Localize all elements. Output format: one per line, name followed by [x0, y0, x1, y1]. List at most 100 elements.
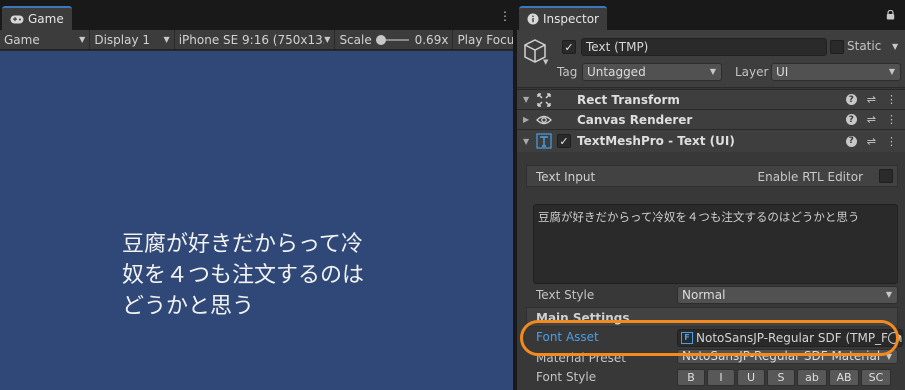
tmp-enabled-checkbox[interactable]: ✓: [557, 134, 571, 148]
game-menu-icon[interactable]: ⋮: [499, 10, 511, 22]
scale-slider[interactable]: [375, 34, 409, 45]
font-style-label: Font Style: [536, 370, 597, 384]
static-label: Static: [847, 39, 882, 53]
tab-inspector[interactable]: Inspector: [519, 6, 607, 30]
eye-icon: [536, 115, 552, 124]
component-title: Rect Transform: [577, 92, 680, 107]
game-view-text: 豆腐が好きだからって冷 奴を４つも注文するのは どうかと思う: [122, 229, 412, 322]
scale-label: Scale: [339, 32, 372, 47]
gamepad-icon: [10, 15, 24, 23]
component-tools: ? ⇌ ⋮: [845, 113, 897, 126]
active-checkbox[interactable]: ✓: [562, 40, 576, 54]
chevron-down-icon[interactable]: ▼: [543, 58, 548, 66]
rtl-editor-checkbox[interactable]: [879, 169, 893, 183]
info-icon: [527, 13, 539, 25]
scale-control: Scale 0.69x: [335, 30, 454, 49]
fold-arrow-icon[interactable]: ▼: [523, 95, 529, 104]
game-toolbar: Game ▼ Display 1 ▼ iPhone SE 9:16 (750x1…: [0, 30, 513, 50]
component-textmeshpro[interactable]: ▼ ✓ TextMeshPro - Text (UI) ? ⇌ ⋮: [517, 129, 905, 152]
component-menu-icon[interactable]: ⋮: [886, 93, 897, 106]
tab-game-label: Game: [28, 12, 64, 26]
font-asset-label: Font Asset: [536, 330, 599, 344]
material-preset-value: NotoSansJP-Regular SDF Material: [682, 349, 881, 363]
fold-arrow-icon[interactable]: ▶: [523, 115, 529, 124]
chevron-down-icon: ▼: [163, 35, 170, 44]
chevron-down-icon: ▼: [79, 35, 86, 44]
style-italic-button[interactable]: I: [707, 369, 735, 386]
section-title: Main Settings: [536, 311, 630, 325]
help-icon[interactable]: ?: [845, 114, 857, 125]
game-tabbar: Game ⋮: [0, 0, 513, 30]
text-style-label: Text Style: [536, 288, 595, 302]
tab-game[interactable]: Game: [2, 6, 72, 30]
object-header: ▼ ✓ Text (TMP) Static ▼ Tag Untagged ▼ L…: [517, 30, 905, 88]
chevron-down-icon: ▼: [885, 290, 892, 299]
game-text-line: どうかと思う: [122, 294, 255, 319]
text-input-section: Text Input Enable RTL Editor: [526, 165, 898, 187]
fold-arrow-icon[interactable]: ▼: [523, 137, 529, 146]
game-text-line: 豆腐が好きだからって冷: [122, 232, 363, 257]
component-canvas-renderer[interactable]: ▶ Canvas Renderer ? ⇌ ⋮: [517, 109, 905, 129]
style-uppercase-button[interactable]: AB: [829, 369, 859, 386]
component-tools: ? ⇌ ⋮: [845, 93, 897, 106]
text-input-area[interactable]: 豆腐が好きだからって冷奴を４つも注文するのはどうかと思う: [533, 204, 898, 284]
resolution-dropdown[interactable]: iPhone SE 9:16 (750x1334) ▼: [175, 30, 336, 49]
tag-label: Tag: [557, 65, 578, 79]
layer-dropdown[interactable]: UI ▼: [771, 63, 901, 81]
display-dropdown[interactable]: Display 1 ▼: [90, 30, 175, 49]
tag-dropdown[interactable]: Untagged ▼: [582, 63, 722, 81]
display-value: Display 1: [94, 32, 151, 47]
font-asset-field[interactable]: F NotoSansJP-Regular SDF (TMP_Font Asset…: [677, 329, 903, 347]
chevron-down-icon: ▼: [324, 35, 331, 44]
style-underline-button[interactable]: U: [737, 369, 765, 386]
play-focused-label: Play Focused: [457, 32, 513, 47]
game-panel: Game ⋮ Game ▼ Display 1 ▼ iPhone SE 9:16…: [0, 0, 513, 390]
scale-value: 0.69x: [414, 32, 449, 47]
play-focused-dropdown[interactable]: Play Focused: [453, 30, 513, 49]
help-icon[interactable]: ?: [845, 135, 857, 147]
game-mode-value: Game: [4, 32, 40, 47]
preset-icon[interactable]: ⇌: [867, 113, 876, 126]
preset-icon[interactable]: ⇌: [867, 135, 876, 148]
style-strikethrough-button[interactable]: S: [767, 369, 795, 386]
text-style-dropdown[interactable]: Normal ▼: [677, 286, 898, 304]
font-asset-value: NotoSansJP-Regular SDF (TMP_Font Asset): [696, 331, 903, 345]
text-style-value: Normal: [682, 288, 726, 302]
static-checkbox[interactable]: [830, 40, 844, 54]
style-bold-button[interactable]: B: [677, 369, 705, 386]
component-rect-transform[interactable]: ▼ Rect Transform ? ⇌ ⋮: [517, 89, 905, 109]
object-name-field[interactable]: Text (TMP): [581, 38, 827, 56]
lock-icon[interactable]: [886, 10, 895, 20]
style-smallcaps-button[interactable]: SC: [861, 369, 891, 386]
tab-inspector-label: Inspector: [543, 12, 599, 26]
textmeshpro-icon: [536, 133, 552, 149]
chevron-down-icon: ▼: [888, 67, 895, 76]
layer-label: Layer: [735, 65, 769, 79]
resolution-value: iPhone SE 9:16 (750x1334): [178, 32, 325, 47]
component-tools: ? ⇌ ⋮: [845, 135, 897, 148]
chevron-down-icon: ▼: [885, 352, 892, 361]
main-settings-section: Main Settings: [526, 307, 898, 327]
chevron-down-icon: ▼: [709, 67, 716, 76]
preset-icon[interactable]: ⇌: [867, 93, 876, 106]
rect-transform-icon: [537, 92, 551, 107]
game-view[interactable]: [0, 51, 513, 390]
layer-value: UI: [776, 65, 789, 79]
inspector-tabbar: Inspector: [517, 0, 905, 30]
component-title: Canvas Renderer: [577, 112, 693, 127]
chevron-down-icon[interactable]: ▼: [892, 42, 898, 51]
help-icon[interactable]: ?: [845, 94, 857, 105]
material-preset-label: Material Preset: [536, 351, 626, 365]
object-picker-icon[interactable]: [888, 332, 900, 344]
font-style-buttons: B I U S ab AB SC: [677, 369, 893, 387]
component-menu-icon[interactable]: ⋮: [886, 135, 897, 148]
scale-slider-knob[interactable]: [375, 34, 386, 45]
component-menu-icon[interactable]: ⋮: [886, 113, 897, 126]
inspector-panel: Inspector ▼ ✓ Text (TMP) Static ▼ Tag Un…: [517, 0, 905, 390]
component-title: TextMeshPro - Text (UI): [577, 134, 735, 148]
material-preset-dropdown[interactable]: NotoSansJP-Regular SDF Material ▼: [677, 349, 898, 364]
game-mode-dropdown[interactable]: Game ▼: [0, 30, 91, 49]
rtl-editor-label: Enable RTL Editor: [757, 170, 864, 184]
style-lowercase-button[interactable]: ab: [797, 369, 827, 386]
tag-value: Untagged: [587, 65, 646, 79]
